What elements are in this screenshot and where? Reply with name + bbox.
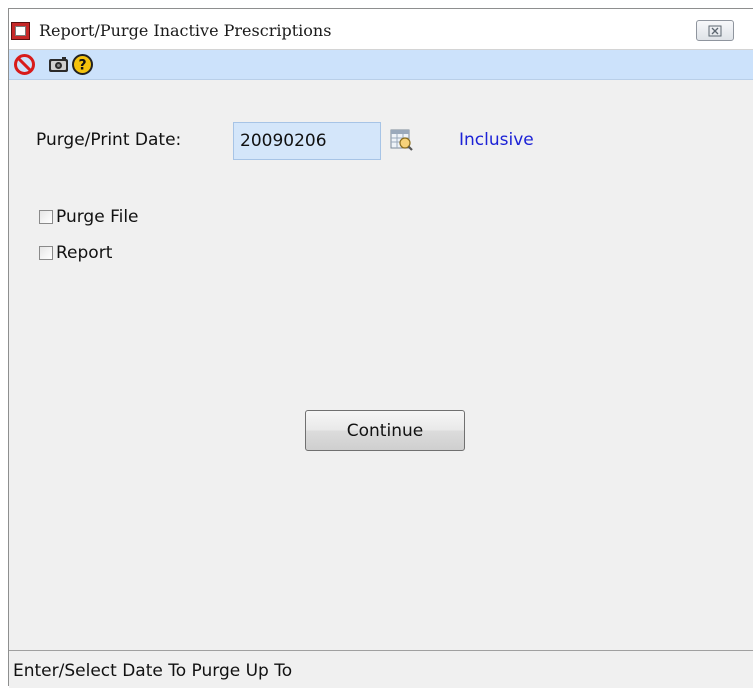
close-button[interactable] [696,20,734,41]
calendar-icon[interactable] [390,128,414,152]
camera-icon[interactable] [47,53,70,76]
help-icon[interactable]: ? [71,53,94,76]
purge-file-label: Purge File [56,207,139,227]
status-message: Enter/Select Date To Purge Up To [13,661,293,681]
report-checkbox[interactable] [39,246,53,260]
purge-file-checkbox[interactable] [39,210,53,224]
main-content: Purge/Print Date: Inclusive Purge File R… [9,80,753,650]
inclusive-label: Inclusive [459,130,534,150]
title-bar: Report/Purge Inactive Prescriptions [9,9,753,50]
toolbar: ? [9,50,753,80]
report-purge-window: Report/Purge Inactive Prescriptions ? Pu… [8,8,753,688]
continue-button[interactable]: Continue [305,410,465,451]
report-label: Report [56,243,113,263]
app-window-icon [11,22,30,40]
stop-icon[interactable] [13,53,36,76]
close-icon [708,25,722,36]
purge-file-option[interactable]: Purge File [39,206,139,228]
status-bar: Enter/Select Date To Purge Up To [9,650,753,688]
purge-print-date-label: Purge/Print Date: [36,130,182,150]
report-option[interactable]: Report [39,242,112,264]
purge-print-date-input[interactable] [233,122,381,160]
svg-text:?: ? [78,58,86,74]
window-title: Report/Purge Inactive Prescriptions [39,21,332,40]
